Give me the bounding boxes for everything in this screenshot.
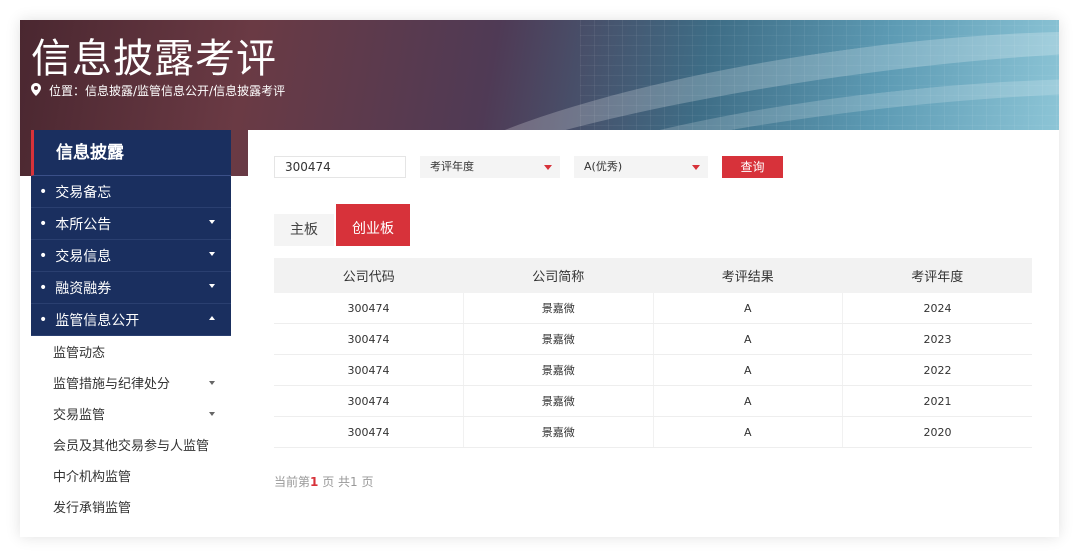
company-code-input[interactable]: 300474 — [274, 156, 406, 178]
chevron-down-icon — [209, 252, 215, 256]
table-row: 300474 景嘉微 A 2022 — [274, 354, 1032, 386]
result-select-label: A(优秀) — [584, 160, 623, 173]
column-header: 考评结果 — [653, 258, 843, 293]
bullet-icon: • — [39, 279, 48, 296]
table-cell: 300474 — [274, 416, 464, 448]
table-cell: 2020 — [842, 416, 1032, 448]
column-header: 公司简称 — [463, 258, 653, 293]
table-cell: 2021 — [842, 385, 1032, 417]
pager-prefix: 当前第 — [274, 475, 311, 489]
year-select-label: 考评年度 — [430, 160, 474, 173]
sidebar-subitem-intermediary-supervision[interactable]: 中介机构监管 — [31, 460, 231, 491]
table-cell: 景嘉微 — [463, 416, 654, 448]
sidebar-subitem-regulatory-news[interactable]: 监管动态 — [31, 336, 231, 367]
sidebar-heading: 信息披露 — [31, 130, 231, 176]
filter-bar: 300474 考评年度 A(优秀) 查询 — [274, 156, 783, 178]
sidebar-subitem-label: 会员及其他交易参与人监管 — [53, 439, 210, 454]
page-title: 信息披露考评 — [31, 36, 277, 82]
sidebar-item-label: 交易备忘 — [55, 184, 112, 201]
board-tabs: 主板 创业板 — [274, 204, 412, 246]
table-cell: 景嘉微 — [463, 354, 654, 386]
breadcrumb: 位置：信息披露/监管信息公开/信息披露考评 — [31, 82, 285, 99]
table-row: 300474 景嘉微 A 2023 — [274, 323, 1032, 355]
chevron-down-icon — [209, 220, 215, 224]
sidebar-item-label: 监管信息公开 — [55, 312, 140, 329]
bullet-icon: • — [39, 247, 48, 264]
table-cell: 300474 — [274, 385, 464, 417]
table-cell: 2024 — [842, 293, 1032, 324]
sidebar-subitem-measures-discipline[interactable]: 监管措施与纪律处分 — [31, 367, 231, 398]
pager-total-pages: 1 — [350, 475, 358, 489]
table-cell: 景嘉微 — [463, 323, 654, 355]
sidebar-subitem-underwriting-supervision[interactable]: 发行承销监管 — [31, 491, 231, 522]
column-header: 考评年度 — [842, 258, 1032, 293]
sidebar-item-announcements[interactable]: • 本所公告 — [31, 208, 231, 240]
tab-main-board[interactable]: 主板 — [274, 214, 334, 246]
tab-chinext[interactable]: 创业板 — [336, 204, 410, 246]
main-content: 300474 考评年度 A(优秀) 查询 主板 创业板 公司代码 公司简称 考评… — [248, 130, 1059, 537]
sidebar-subitem-trading-supervision[interactable]: 交易监管 — [31, 398, 231, 429]
table-row: 300474 景嘉微 A 2024 — [274, 293, 1032, 324]
sidebar-subitem-label: 监管动态 — [53, 346, 106, 361]
pagination-info: 当前第1 页 共1 页 — [274, 473, 373, 490]
sidebar-item-trading-info[interactable]: • 交易信息 — [31, 240, 231, 272]
sidebar-item-regulatory-disclosure[interactable]: • 监管信息公开 — [31, 304, 231, 336]
location-pin-icon — [31, 82, 41, 99]
chevron-down-icon — [209, 381, 215, 385]
table-cell: 2023 — [842, 323, 1032, 355]
table-cell: 景嘉微 — [463, 385, 654, 417]
sidebar-item-trading-memo[interactable]: • 交易备忘 — [31, 176, 231, 208]
sidebar-subitem-label: 交易监管 — [53, 408, 106, 423]
query-button[interactable]: 查询 — [722, 156, 783, 178]
table-cell: 2022 — [842, 354, 1032, 386]
sidebar-item-margin-trading[interactable]: • 融资融券 — [31, 272, 231, 304]
chevron-up-icon — [209, 316, 215, 320]
sidebar-subitem-label: 监管措施与纪律处分 — [53, 377, 171, 392]
sidebar-item-label: 交易信息 — [55, 248, 112, 265]
page-frame: 信息披露考评 位置：信息披露/监管信息公开/信息披露考评 信息披露 • 交易备忘… — [20, 20, 1059, 537]
table-cell: 300474 — [274, 354, 464, 386]
sidebar-subitem-member-supervision[interactable]: 会员及其他交易参与人监管 — [31, 429, 231, 460]
table-row: 300474 景嘉微 A 2021 — [274, 385, 1032, 417]
sidebar-subitem-label: 中介机构监管 — [53, 470, 132, 485]
table-row: 300474 景嘉微 A 2020 — [274, 416, 1032, 448]
sidebar-item-label: 本所公告 — [55, 216, 112, 233]
table-cell: A — [653, 385, 843, 417]
caret-down-icon — [692, 165, 700, 170]
breadcrumb-text: 位置：信息披露/监管信息公开/信息披露考评 — [49, 84, 286, 98]
bullet-icon: • — [39, 183, 48, 200]
pager-mid: 页 共 — [318, 475, 351, 489]
column-header: 公司代码 — [274, 258, 464, 293]
chevron-down-icon — [209, 284, 215, 288]
table-header-row: 公司代码 公司简称 考评结果 考评年度 — [274, 258, 1032, 293]
bullet-icon: • — [39, 311, 48, 328]
table-cell: A — [653, 323, 843, 355]
sidebar: 信息披露 • 交易备忘 • 本所公告 • 交易信息 • 融资融券 • 监管信息公… — [31, 130, 231, 537]
result-select[interactable]: A(优秀) — [574, 156, 708, 178]
table-cell: 景嘉微 — [463, 293, 654, 324]
pager-suffix: 页 — [357, 475, 374, 489]
table-cell: 300474 — [274, 293, 464, 324]
chevron-down-icon — [209, 412, 215, 416]
bullet-icon: • — [39, 215, 48, 232]
sidebar-subitem-label: 发行承销监管 — [53, 501, 132, 516]
table-cell: A — [653, 416, 843, 448]
table-cell: A — [653, 293, 843, 324]
table-cell: A — [653, 354, 843, 386]
year-select[interactable]: 考评年度 — [420, 156, 560, 178]
caret-down-icon — [544, 165, 552, 170]
sidebar-item-label: 融资融券 — [55, 280, 112, 297]
results-table: 公司代码 公司简称 考评结果 考评年度 300474 景嘉微 A 2024 30… — [274, 258, 1032, 448]
table-cell: 300474 — [274, 323, 464, 355]
